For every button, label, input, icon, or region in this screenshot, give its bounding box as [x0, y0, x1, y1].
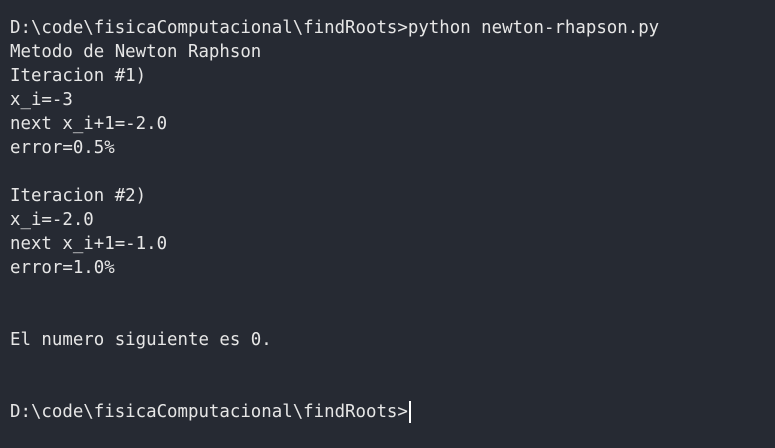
- terminal-window[interactable]: D:\code\fisicaComputacional\findRoots>py…: [0, 0, 775, 448]
- text-cursor: [408, 401, 411, 423]
- iteration-1-error: error=0.5%: [10, 138, 115, 158]
- input-prompt[interactable]: D:\code\fisicaComputacional\findRoots>: [10, 400, 765, 424]
- result-line: El numero siguiente es 0.: [10, 330, 272, 350]
- iteration-1-header: Iteracion #1): [10, 66, 147, 86]
- command-line: D:\code\fisicaComputacional\findRoots>py…: [10, 18, 660, 38]
- iteration-2-xi: x_i=-2.0: [10, 210, 94, 230]
- iteration-2-error: error=1.0%: [10, 258, 115, 278]
- iteration-1-xi: x_i=-3: [10, 90, 73, 110]
- iteration-2-next: next x_i+1=-1.0: [10, 234, 168, 254]
- iteration-2-header: Iteracion #2): [10, 186, 147, 206]
- output-title: Metodo de Newton Raphson: [10, 42, 262, 62]
- iteration-1-next: next x_i+1=-2.0: [10, 114, 168, 134]
- prompt-text: D:\code\fisicaComputacional\findRoots>: [10, 402, 408, 422]
